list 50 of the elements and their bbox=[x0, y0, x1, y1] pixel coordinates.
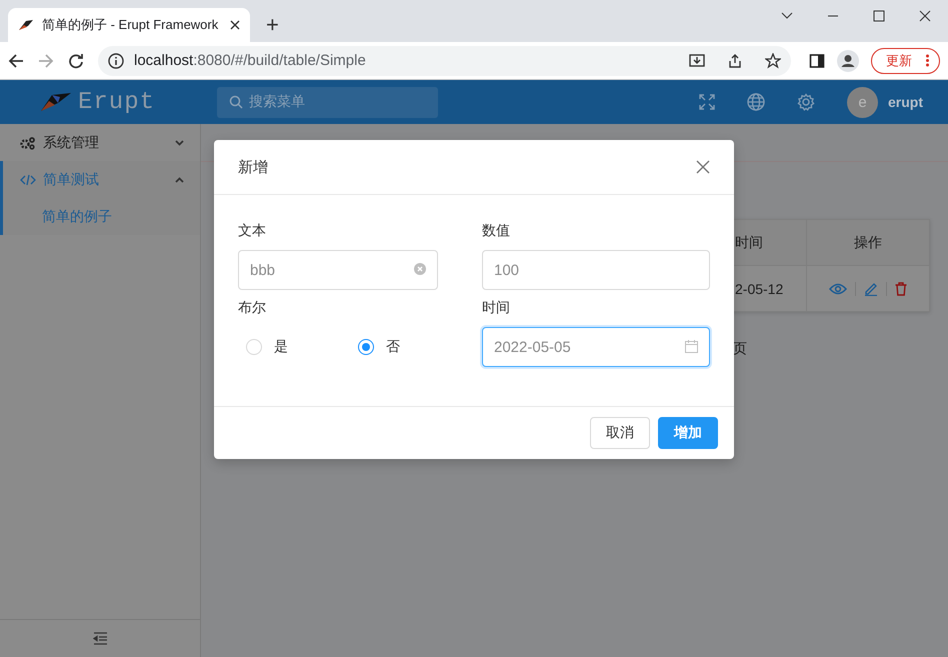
update-button[interactable]: 更新 bbox=[871, 48, 940, 74]
search-icon bbox=[229, 95, 243, 109]
collapse-menu-icon bbox=[92, 632, 108, 645]
input-field[interactable]: bbb bbox=[238, 250, 438, 290]
logo-icon bbox=[40, 91, 72, 113]
code-icon bbox=[20, 174, 36, 186]
reload-icon bbox=[68, 52, 84, 68]
input-field[interactable]: 100 bbox=[482, 250, 710, 290]
close-button[interactable] bbox=[694, 158, 712, 176]
star-icon bbox=[765, 52, 781, 68]
gears-icon bbox=[20, 136, 36, 150]
user-name[interactable]: erupt bbox=[888, 94, 923, 110]
search-field[interactable]: 搜索菜单 bbox=[217, 86, 438, 118]
dialog-title: 新增 bbox=[238, 158, 268, 176]
profile-icon bbox=[837, 50, 859, 72]
back-icon bbox=[8, 52, 24, 68]
field-label: 数值 bbox=[482, 222, 510, 240]
submit-button[interactable]: 增加 bbox=[658, 417, 718, 449]
fullscreen-icon bbox=[699, 94, 715, 110]
chevron-down-icon bbox=[781, 12, 793, 20]
logo-icon bbox=[18, 18, 34, 32]
globe-icon bbox=[747, 93, 765, 111]
field-label: 布尔 bbox=[238, 299, 266, 317]
edit-icon bbox=[864, 282, 878, 296]
install-icon bbox=[689, 52, 705, 68]
more-icon bbox=[926, 54, 929, 67]
browser-tab[interactable]: 简单的例子 - Erupt Framework bbox=[8, 8, 250, 42]
app-logo-text: Erupt bbox=[78, 88, 156, 116]
cancel-button[interactable]: 取消 bbox=[590, 417, 650, 449]
address-bar[interactable]: localhost:8080/#/build/table/Simple bbox=[98, 46, 791, 76]
date-field[interactable]: 2022-05-05 bbox=[482, 327, 710, 367]
share-icon bbox=[727, 52, 743, 68]
radio-option[interactable]: 否 bbox=[358, 338, 400, 356]
radio-option[interactable]: 是 bbox=[246, 338, 288, 356]
forward-icon bbox=[38, 52, 54, 68]
pagination-text: 页 bbox=[733, 340, 747, 358]
close-icon bbox=[919, 10, 931, 22]
new-tab-button[interactable]: + bbox=[262, 12, 283, 38]
delete-icon bbox=[895, 282, 907, 296]
maximize-icon bbox=[873, 10, 885, 22]
side-panel-icon bbox=[809, 52, 825, 68]
view-icon bbox=[829, 282, 847, 294]
field-label: 时间 bbox=[482, 299, 510, 317]
sidebar-item[interactable]: 系统管理 bbox=[0, 124, 200, 161]
info-icon bbox=[108, 52, 124, 68]
column-header: 操作 bbox=[806, 220, 930, 266]
calendar-icon bbox=[685, 340, 698, 353]
field-label: 文本 bbox=[238, 222, 266, 240]
close-icon bbox=[230, 20, 240, 30]
settings-icon bbox=[797, 93, 815, 111]
